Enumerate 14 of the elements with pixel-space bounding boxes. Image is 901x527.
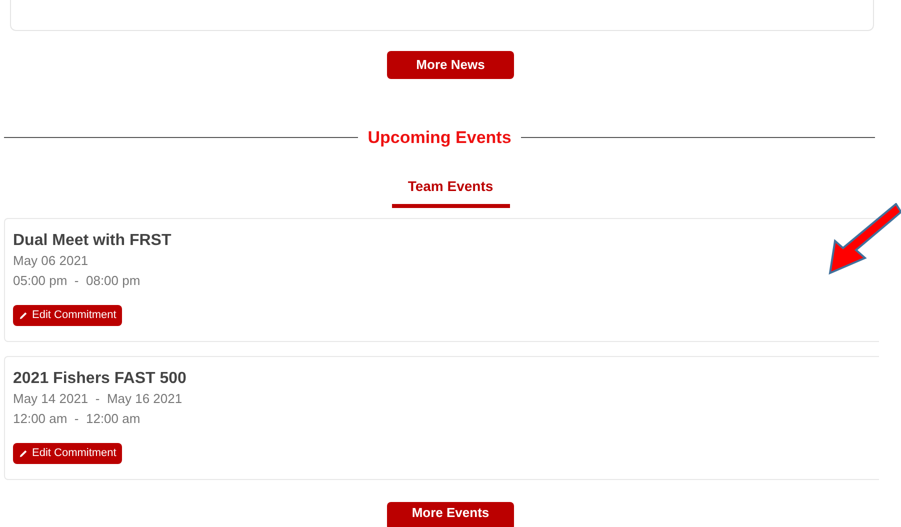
event-date: May 14 2021 - May 16 2021 (13, 390, 184, 408)
event-title: 2021 Fishers FAST 500 (13, 368, 188, 388)
more-news-button[interactable]: More News (387, 51, 514, 79)
edit-commitment-button[interactable]: Edit Commitment (13, 304, 122, 326)
tab[interactable]: Team Events (392, 174, 510, 208)
section-title: Upcoming Events (368, 127, 512, 149)
event-time: 05:00 pm - 08:00 pm (13, 272, 142, 290)
event-date: May 06 2021 (13, 252, 90, 270)
pencil-icon (19, 310, 28, 320)
edit-commitment-button[interactable]: Edit Commitment (13, 442, 122, 464)
event-title: Dual Meet with FRST (13, 230, 172, 250)
more-events-button[interactable]: More Events (387, 502, 514, 527)
pencil-icon (19, 448, 28, 458)
event-time: 12:00 am - 12:00 am (13, 410, 142, 428)
